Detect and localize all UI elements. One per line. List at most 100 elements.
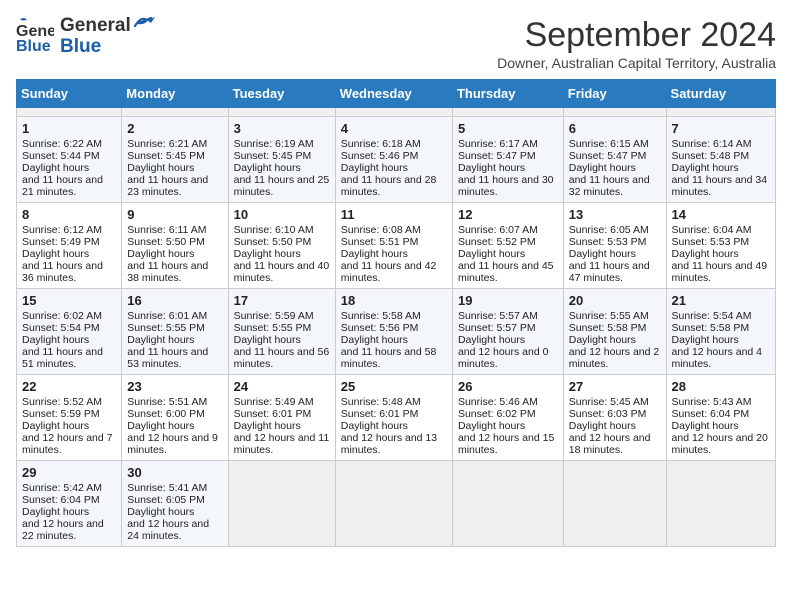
day-number: 12	[458, 207, 558, 222]
calendar-week-row: 15Sunrise: 6:02 AMSunset: 5:54 PMDayligh…	[17, 289, 776, 375]
calendar-cell	[452, 461, 563, 547]
sunset-info: Sunset: 5:44 PM	[22, 150, 100, 162]
daylight-value: and 11 hours and 32 minutes.	[569, 174, 650, 198]
day-number: 20	[569, 293, 661, 308]
calendar-cell: 23Sunrise: 5:51 AMSunset: 6:00 PMDayligh…	[122, 375, 228, 461]
logo-general: General	[60, 16, 131, 37]
calendar-week-row: 29Sunrise: 5:42 AMSunset: 6:04 PMDayligh…	[17, 461, 776, 547]
sunset-info: Sunset: 5:50 PM	[234, 236, 312, 248]
daylight-hours-label: Daylight hours	[458, 248, 525, 260]
calendar-week-row: 22Sunrise: 5:52 AMSunset: 5:59 PMDayligh…	[17, 375, 776, 461]
calendar-week-row: 8Sunrise: 6:12 AMSunset: 5:49 PMDaylight…	[17, 203, 776, 289]
day-number: 7	[672, 121, 770, 136]
calendar-week-row	[17, 108, 776, 117]
calendar-cell: 18Sunrise: 5:58 AMSunset: 5:56 PMDayligh…	[335, 289, 452, 375]
sunrise-info: Sunrise: 6:11 AM	[127, 224, 206, 236]
sunset-info: Sunset: 6:02 PM	[458, 408, 536, 420]
sunrise-info: Sunrise: 6:17 AM	[458, 138, 538, 150]
day-number: 9	[127, 207, 222, 222]
daylight-value: and 12 hours and 24 minutes.	[127, 518, 209, 542]
page-title: September 2024	[497, 16, 776, 55]
sunset-info: Sunset: 5:53 PM	[672, 236, 750, 248]
sunset-info: Sunset: 5:58 PM	[569, 322, 647, 334]
daylight-value: and 11 hours and 49 minutes.	[672, 260, 768, 284]
sunset-info: Sunset: 5:48 PM	[672, 150, 750, 162]
daylight-hours-label: Daylight hours	[341, 162, 408, 174]
daylight-hours-label: Daylight hours	[234, 420, 301, 432]
logo-blue: Blue	[60, 37, 155, 58]
daylight-value: and 11 hours and 51 minutes.	[22, 346, 103, 370]
sunset-info: Sunset: 6:01 PM	[341, 408, 419, 420]
calendar-cell	[666, 461, 775, 547]
daylight-hours-label: Daylight hours	[127, 334, 194, 346]
sunset-info: Sunset: 6:04 PM	[22, 494, 100, 506]
calendar-week-row: 1Sunrise: 6:22 AMSunset: 5:44 PMDaylight…	[17, 117, 776, 203]
calendar-cell: 6Sunrise: 6:15 AMSunset: 5:47 PMDaylight…	[563, 117, 666, 203]
daylight-value: and 12 hours and 15 minutes.	[458, 432, 554, 456]
day-number: 2	[127, 121, 222, 136]
sunrise-info: Sunrise: 5:45 AM	[569, 396, 649, 408]
daylight-hours-label: Daylight hours	[672, 420, 739, 432]
daylight-hours-label: Daylight hours	[234, 334, 301, 346]
calendar-cell: 21Sunrise: 5:54 AMSunset: 5:58 PMDayligh…	[666, 289, 775, 375]
daylight-hours-label: Daylight hours	[22, 420, 89, 432]
sunset-info: Sunset: 5:57 PM	[458, 322, 536, 334]
daylight-value: and 12 hours and 9 minutes.	[127, 432, 218, 456]
calendar-cell: 12Sunrise: 6:07 AMSunset: 5:52 PMDayligh…	[452, 203, 563, 289]
calendar-cell: 13Sunrise: 6:05 AMSunset: 5:53 PMDayligh…	[563, 203, 666, 289]
day-number: 10	[234, 207, 330, 222]
calendar-cell: 22Sunrise: 5:52 AMSunset: 5:59 PMDayligh…	[17, 375, 122, 461]
daylight-value: and 12 hours and 7 minutes.	[22, 432, 113, 456]
daylight-value: and 11 hours and 25 minutes.	[234, 174, 330, 198]
calendar-cell: 9Sunrise: 6:11 AMSunset: 5:50 PMDaylight…	[122, 203, 228, 289]
sunset-info: Sunset: 5:59 PM	[22, 408, 100, 420]
calendar-cell	[563, 461, 666, 547]
calendar-cell: 17Sunrise: 5:59 AMSunset: 5:55 PMDayligh…	[228, 289, 335, 375]
sunset-info: Sunset: 5:58 PM	[672, 322, 750, 334]
sunset-info: Sunset: 5:55 PM	[127, 322, 205, 334]
sunset-info: Sunset: 5:47 PM	[569, 150, 647, 162]
daylight-value: and 11 hours and 42 minutes.	[341, 260, 437, 284]
sunrise-info: Sunrise: 6:19 AM	[234, 138, 314, 150]
sunrise-info: Sunrise: 6:01 AM	[127, 310, 207, 322]
daylight-hours-label: Daylight hours	[458, 162, 525, 174]
sunset-info: Sunset: 5:51 PM	[341, 236, 419, 248]
page-subtitle: Downer, Australian Capital Territory, Au…	[497, 55, 776, 71]
sunset-info: Sunset: 6:01 PM	[234, 408, 312, 420]
day-number: 4	[341, 121, 447, 136]
daylight-hours-label: Daylight hours	[341, 420, 408, 432]
sunrise-info: Sunrise: 6:21 AM	[127, 138, 207, 150]
sunset-info: Sunset: 5:50 PM	[127, 236, 205, 248]
calendar-cell: 14Sunrise: 6:04 AMSunset: 5:53 PMDayligh…	[666, 203, 775, 289]
calendar-cell: 29Sunrise: 5:42 AMSunset: 6:04 PMDayligh…	[17, 461, 122, 547]
calendar-cell: 20Sunrise: 5:55 AMSunset: 5:58 PMDayligh…	[563, 289, 666, 375]
daylight-value: and 11 hours and 38 minutes.	[127, 260, 208, 284]
daylight-value: and 12 hours and 11 minutes.	[234, 432, 330, 456]
day-number: 25	[341, 379, 447, 394]
calendar-cell: 1Sunrise: 6:22 AMSunset: 5:44 PMDaylight…	[17, 117, 122, 203]
calendar-cell: 16Sunrise: 6:01 AMSunset: 5:55 PMDayligh…	[122, 289, 228, 375]
calendar-cell: 30Sunrise: 5:41 AMSunset: 6:05 PMDayligh…	[122, 461, 228, 547]
daylight-value: and 12 hours and 2 minutes.	[569, 346, 660, 370]
calendar-cell: 11 Sunrise: 6:08 AMSunset: 5:51 PMDayligh…	[335, 203, 452, 289]
daylight-hours-label: Daylight hours	[341, 248, 408, 260]
sunrise-info: Sunrise: 6:08 AM	[341, 224, 421, 236]
day-number: 11	[341, 207, 447, 222]
daylight-hours-label: Daylight hours	[458, 420, 525, 432]
sunrise-info: Sunrise: 6:02 AM	[22, 310, 102, 322]
daylight-hours-label: Daylight hours	[569, 162, 636, 174]
sunrise-info: Sunrise: 6:05 AM	[569, 224, 649, 236]
sunrise-info: Sunrise: 6:15 AM	[569, 138, 649, 150]
daylight-value: and 12 hours and 22 minutes.	[22, 518, 104, 542]
calendar-cell: 7Sunrise: 6:14 AMSunset: 5:48 PMDaylight…	[666, 117, 775, 203]
daylight-value: and 11 hours and 47 minutes.	[569, 260, 650, 284]
header-friday: Friday	[563, 80, 666, 108]
daylight-value: and 12 hours and 4 minutes.	[672, 346, 763, 370]
daylight-value: and 11 hours and 28 minutes.	[341, 174, 437, 198]
daylight-hours-label: Daylight hours	[234, 162, 301, 174]
daylight-hours-label: Daylight hours	[127, 162, 194, 174]
sunset-info: Sunset: 5:45 PM	[234, 150, 312, 162]
sunset-info: Sunset: 5:49 PM	[22, 236, 100, 248]
sunset-info: Sunset: 5:53 PM	[569, 236, 647, 248]
day-number: 1	[22, 121, 116, 136]
